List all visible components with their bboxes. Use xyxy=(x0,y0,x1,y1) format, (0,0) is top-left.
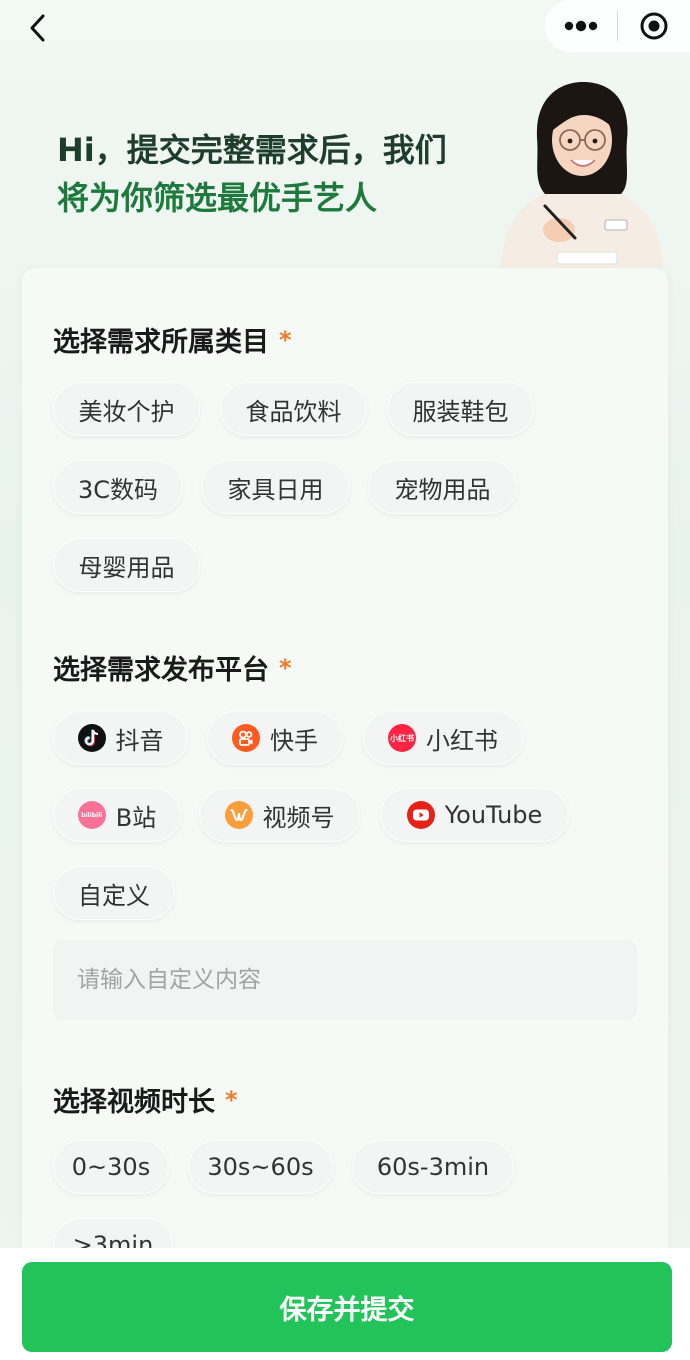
more-dots-icon xyxy=(564,20,598,32)
category-option[interactable]: 宠物用品 xyxy=(368,460,517,514)
category-option[interactable]: 食品饮料 xyxy=(220,382,367,436)
chevron-left-icon xyxy=(30,14,45,42)
xiaohongshu-icon: 小红书 xyxy=(388,724,416,752)
platform-option-douyin[interactable]: 抖音 xyxy=(53,711,188,765)
platform-section-title: 选择需求发布平台 * xyxy=(53,648,292,687)
mini-program-capsule xyxy=(545,0,690,52)
more-button[interactable] xyxy=(545,0,617,52)
custom-platform-input[interactable] xyxy=(53,940,637,1020)
category-option[interactable]: 服装鞋包 xyxy=(387,382,534,436)
category-option[interactable]: 3C数码 xyxy=(53,460,183,514)
platform-option-channels[interactable]: 视频号 xyxy=(199,788,360,842)
douyin-icon xyxy=(77,724,106,752)
kuaishou-icon xyxy=(232,724,260,752)
category-section-title: 选择需求所属类目 * xyxy=(53,320,292,359)
platform-title-text: 选择需求发布平台 xyxy=(53,655,269,686)
category-option[interactable]: 母婴用品 xyxy=(53,538,200,592)
hero-line-1: Hi，提交完整需求后，我们 xyxy=(57,131,447,169)
platform-option-bilibili[interactable]: bilibili B站 xyxy=(53,788,181,842)
duration-title-text: 选择视频时长 xyxy=(53,1087,215,1118)
hero-line-2: 将为你筛选最优手艺人 xyxy=(57,179,378,217)
channels-icon xyxy=(224,801,253,829)
category-option[interactable]: 家具日用 xyxy=(201,460,350,514)
record-target-icon xyxy=(640,12,668,40)
required-mark: * xyxy=(225,1085,238,1114)
save-submit-button[interactable]: 保存并提交 xyxy=(22,1262,672,1352)
platform-option-custom[interactable]: 自定义 xyxy=(53,866,175,920)
duration-option[interactable]: 30s~60s xyxy=(188,1140,333,1194)
category-title-text: 选择需求所属类目 xyxy=(53,327,269,358)
assistant-illustration xyxy=(497,80,667,268)
category-option[interactable]: 美妆个护 xyxy=(53,382,200,436)
bilibili-icon: bilibili xyxy=(77,801,106,829)
close-miniprogram-button[interactable] xyxy=(618,0,690,52)
required-mark: * xyxy=(279,653,292,682)
duration-section-title: 选择视频时长 * xyxy=(53,1080,238,1119)
duration-option[interactable]: 0~30s xyxy=(53,1140,169,1194)
hero-title: Hi，提交完整需求后，我们 将为你筛选最优手艺人 xyxy=(57,126,487,222)
youtube-icon xyxy=(406,801,435,829)
platform-option-youtube[interactable]: YouTube xyxy=(380,788,569,842)
back-button[interactable] xyxy=(22,12,52,44)
required-mark: * xyxy=(279,325,292,354)
platform-option-kuaishou[interactable]: 快手 xyxy=(207,711,343,765)
platform-option-xiaohongshu[interactable]: 小红书 小红书 xyxy=(363,711,523,765)
duration-option[interactable]: 60s-3min xyxy=(352,1140,514,1194)
